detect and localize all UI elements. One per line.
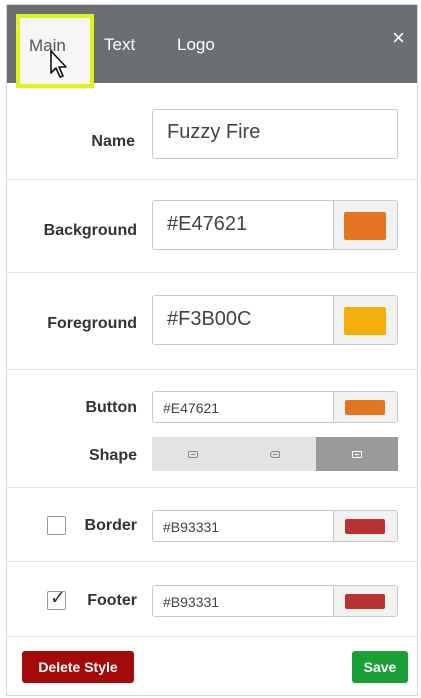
footer-swatch (345, 594, 385, 609)
divider (7, 272, 417, 273)
mouse-cursor-icon (50, 50, 67, 78)
foreground-swatch-box[interactable] (333, 296, 397, 344)
shape-selector (152, 437, 398, 471)
footer-color-field[interactable]: #B93331 (152, 585, 398, 617)
tab-text[interactable]: Text (104, 35, 135, 55)
border-swatch-box[interactable] (333, 511, 397, 541)
divider (7, 636, 417, 637)
divider (7, 369, 417, 370)
button-swatch-box[interactable] (333, 392, 397, 422)
shape-label: Shape (88, 447, 137, 464)
divider (7, 561, 417, 562)
style-editor-panel: Text Logo × Main Name Fuzzy Fire Backgro… (6, 4, 418, 696)
footer-color-value[interactable]: #B93331 (153, 586, 219, 616)
foreground-color-field[interactable]: #F3B00C (152, 295, 398, 345)
border-checkbox[interactable] (47, 516, 66, 535)
border-label: Border (84, 517, 137, 534)
shape-option-square[interactable] (316, 437, 398, 471)
shape-option-rounded[interactable] (152, 437, 234, 471)
close-icon[interactable]: × (392, 27, 405, 49)
background-swatch-box[interactable] (333, 201, 397, 249)
shape-option-round[interactable] (234, 437, 316, 471)
button-color-field[interactable]: #E47621 (152, 391, 398, 423)
foreground-swatch (344, 307, 386, 335)
checkmark-icon: ✓ (50, 588, 66, 609)
foreground-color-value[interactable]: #F3B00C (153, 296, 252, 344)
tab-logo[interactable]: Logo (177, 35, 215, 55)
round-rect-icon (270, 450, 280, 458)
button-color-value[interactable]: #E47621 (153, 392, 219, 422)
background-color-field[interactable]: #E47621 (152, 200, 398, 250)
foreground-label: Foreground (47, 315, 137, 332)
border-swatch (345, 519, 385, 534)
name-label: Name (91, 133, 135, 150)
background-label: Background (43, 222, 137, 239)
rounded-rect-icon (188, 450, 198, 458)
border-color-value[interactable]: #B93331 (153, 511, 219, 541)
background-swatch (344, 212, 386, 240)
button-swatch (345, 400, 385, 415)
square-rect-icon (352, 450, 362, 458)
name-field[interactable]: Fuzzy Fire (152, 109, 398, 159)
save-button[interactable]: Save (352, 651, 408, 683)
footer-label: Footer (87, 592, 137, 609)
footer-checkbox[interactable]: ✓ (47, 588, 66, 610)
background-color-value[interactable]: #E47621 (153, 201, 247, 249)
border-color-field[interactable]: #B93331 (152, 510, 398, 542)
delete-style-button[interactable]: Delete Style (22, 651, 134, 683)
button-label: Button (85, 399, 137, 416)
footer-swatch-box[interactable] (333, 586, 397, 616)
divider (7, 179, 417, 180)
divider (7, 487, 417, 488)
